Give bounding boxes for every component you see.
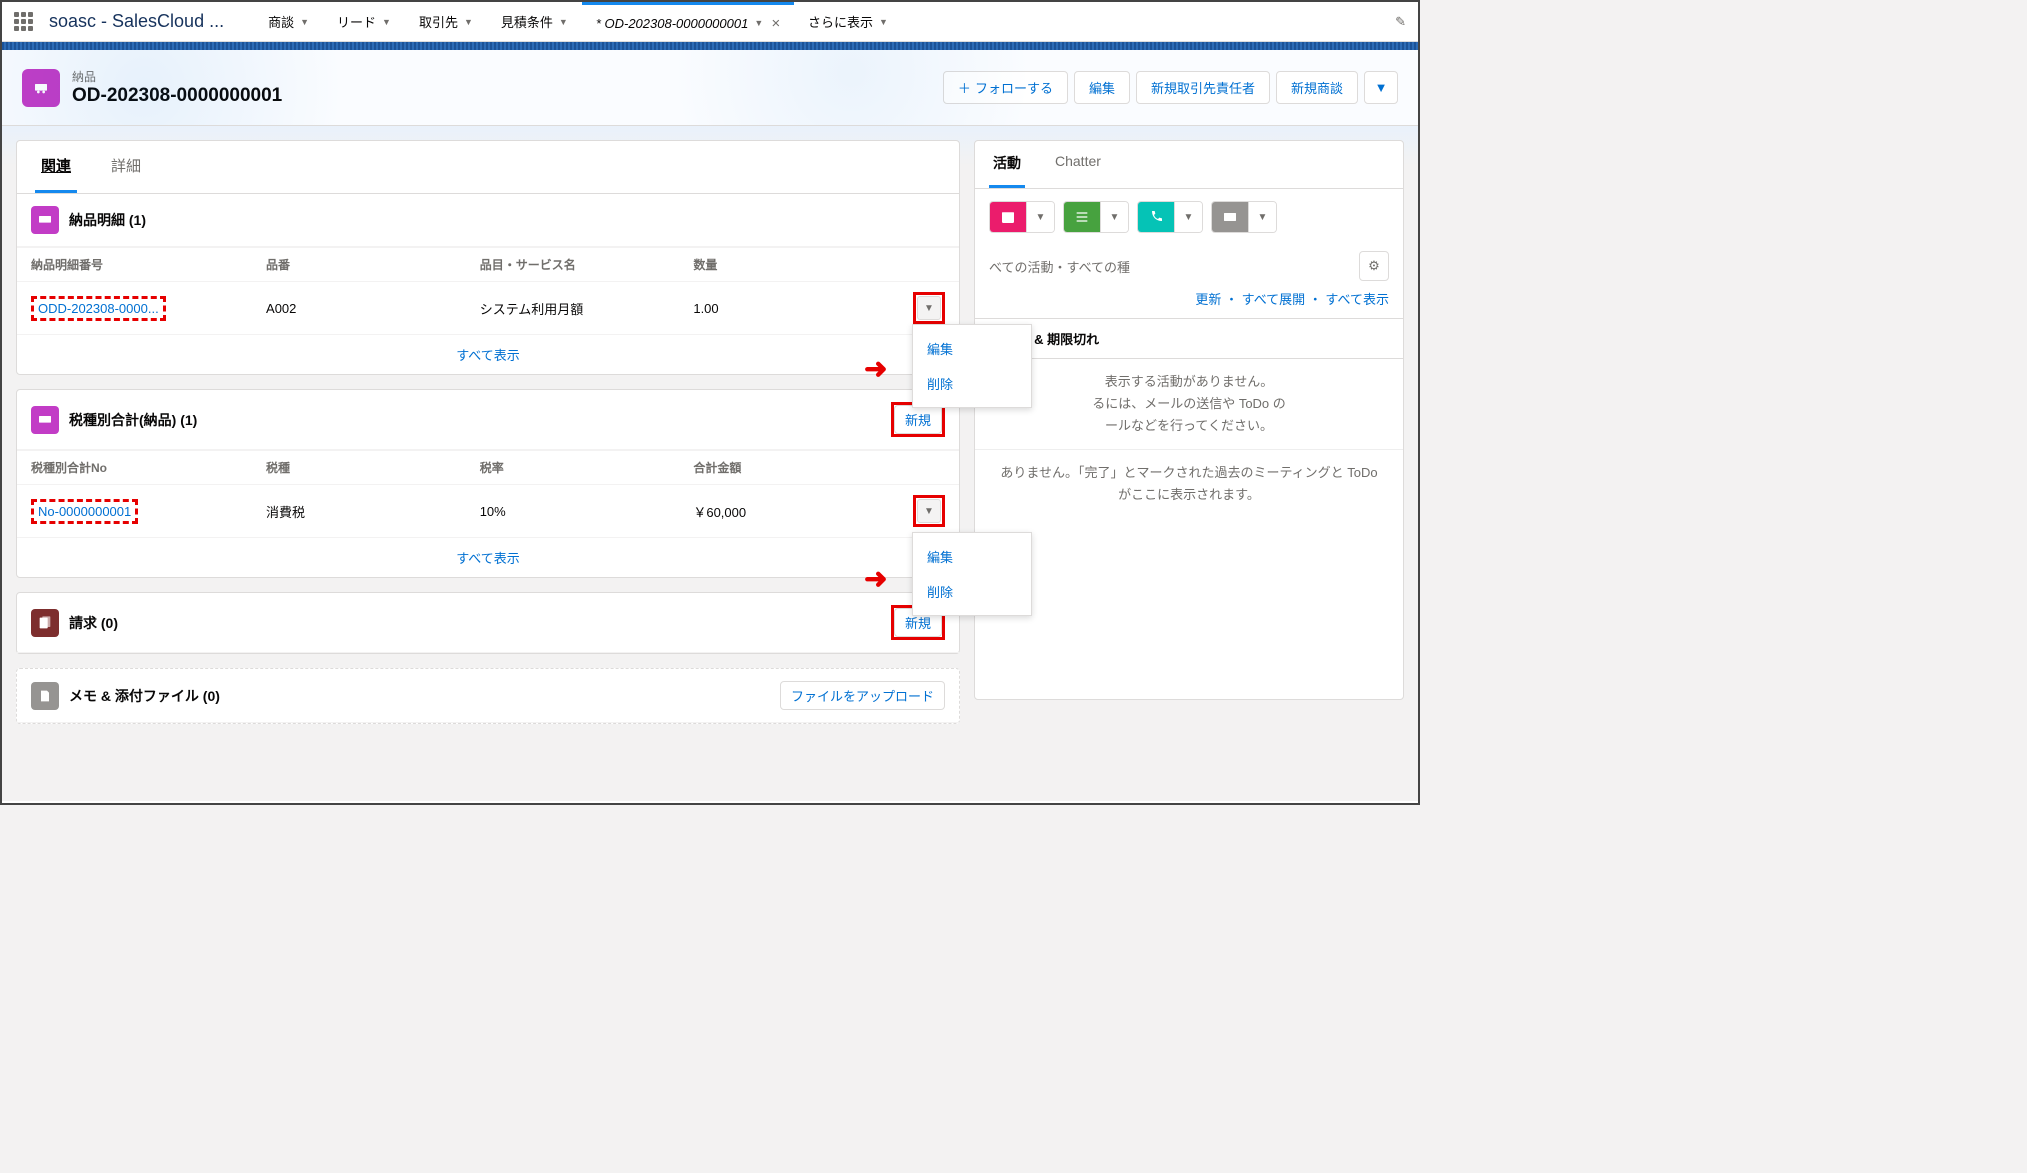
nav-tabs: 商談▼ リード▼ 取引先▼ 見積条件▼ * OD-202308-00000000…	[254, 2, 902, 41]
popup-delete[interactable]: 削除	[913, 574, 1031, 609]
chevron-down-icon[interactable]: ▼	[879, 17, 888, 27]
nav-more[interactable]: さらに表示▼	[794, 2, 902, 41]
chevron-down-icon[interactable]: ▼	[1100, 202, 1128, 232]
cell-code: A002	[266, 301, 480, 316]
chevron-down-icon[interactable]: ▼	[300, 17, 309, 27]
chevron-down-icon[interactable]: ▼	[1248, 202, 1276, 232]
activity-sublinks: 更新 ・ すべて展開 ・ すべて表示	[975, 285, 1403, 318]
arrow-annotation: ➜	[864, 352, 887, 385]
arrow-annotation: ➜	[864, 562, 887, 595]
chevron-down-icon[interactable]: ▼	[754, 18, 763, 28]
col-number: 納品明細番号	[31, 256, 266, 273]
follow-button[interactable]: ＋フォローする	[943, 71, 1068, 104]
popup-delete[interactable]: 削除	[913, 366, 1031, 401]
main-tabs: 関連 詳細	[17, 141, 959, 194]
row-menu-button[interactable]: ▼	[917, 499, 941, 523]
delivery-detail-title: 納品明細 (1)	[69, 210, 146, 230]
col-tax-rate: 税率	[480, 459, 694, 476]
attachment-icon	[31, 682, 59, 710]
nav-opportunity[interactable]: 商談▼	[254, 2, 323, 41]
table-row: No-0000000001 消費税 10% ￥60,000 ▼	[17, 485, 959, 537]
chevron-down-icon[interactable]: ▼	[559, 17, 568, 27]
popup-edit[interactable]: 編集	[913, 539, 1031, 574]
record-actions: ＋フォローする 編集 新規取引先責任者 新規商談 ▼	[943, 71, 1398, 104]
row-popup-menu: 編集 削除	[912, 324, 1032, 408]
chevron-down-icon[interactable]: ▼	[1026, 202, 1054, 232]
no-activity-msg: 表示する活動がありません。 るには、メールの送信や ToDo の ールなどを行っ…	[975, 359, 1403, 449]
tax-number-link[interactable]: No-0000000001	[31, 499, 138, 524]
related-tax-total: 税種別合計(納品) (1) 新規 税種別合計No 税種 税率 合計金額 No-0…	[16, 389, 960, 578]
related-delivery-detail: 納品明細 (1) 納品明細番号 品番 品目・サービス名 数量 ODD-20230…	[17, 194, 959, 374]
invoice-title: 請求 (0)	[69, 613, 118, 633]
cell-tax-type: 消費税	[266, 502, 480, 521]
nav-record-tab[interactable]: * OD-202308-0000000001▼×	[582, 2, 794, 41]
nav-lead[interactable]: リード▼	[323, 2, 405, 41]
files-title: メモ & 添付ファイル (0)	[69, 686, 220, 706]
show-all-link[interactable]: すべて表示	[17, 537, 959, 577]
object-label: 納品	[72, 68, 282, 85]
col-tax-amount: 合計金額	[693, 459, 907, 476]
activity-buttons: ▼ ▼ ▼ ▼	[975, 189, 1403, 245]
close-icon[interactable]: ×	[771, 15, 780, 32]
tab-chatter[interactable]: Chatter	[1051, 141, 1105, 188]
new-event-button[interactable]: ▼	[989, 201, 1055, 233]
gear-icon[interactable]: ⚙	[1359, 251, 1389, 281]
email-button[interactable]: ▼	[1211, 201, 1277, 233]
col-tax-type: 税種	[266, 459, 480, 476]
col-item: 品目・サービス名	[480, 256, 694, 273]
nav-account[interactable]: 取引先▼	[405, 2, 487, 41]
cell-item: システム利用月額	[480, 299, 694, 318]
related-invoice: 請求 (0) 新規	[16, 592, 960, 654]
new-contact-button[interactable]: 新規取引先責任者	[1136, 71, 1270, 104]
chevron-down-icon[interactable]: ▼	[1174, 202, 1202, 232]
record-title: OD-202308-0000000001	[72, 85, 282, 107]
cell-qty: 1.00	[693, 301, 907, 316]
app-name: soasc - SalesCloud ...	[49, 11, 224, 32]
filter-text: べての活動・すべての種	[989, 257, 1130, 276]
delivery-icon	[22, 69, 60, 107]
invoice-icon	[31, 609, 59, 637]
chevron-down-icon[interactable]: ▼	[464, 17, 473, 27]
col-tax-no: 税種別合計No	[31, 459, 266, 476]
detail-number-link[interactable]: ODD-202308-0000...	[31, 296, 166, 321]
cell-tax-rate: 10%	[480, 504, 694, 519]
app-launcher-icon[interactable]	[14, 12, 33, 31]
upload-button[interactable]: ファイルをアップロード	[780, 681, 945, 710]
tax-new-button[interactable]: 新規	[894, 405, 942, 434]
delivery-detail-icon	[31, 206, 59, 234]
row-popup-menu: 編集 削除	[912, 532, 1032, 616]
col-code: 品番	[266, 256, 480, 273]
nav-quote[interactable]: 見積条件▼	[487, 2, 582, 41]
tax-icon	[31, 406, 59, 434]
cell-tax-amount: ￥60,000	[693, 502, 907, 521]
refresh-link[interactable]: 更新	[1195, 292, 1221, 307]
col-qty: 数量	[693, 256, 907, 273]
decorative-border	[2, 42, 1418, 50]
no-past-msg: ありません。「完了」とマークされた過去のミーティングと ToDo がここに表示さ…	[975, 449, 1403, 518]
main-card: 関連 詳細 納品明細 (1) 納品明細番号 品番 品目・サービス名 数量 ODD…	[16, 140, 960, 375]
more-actions-button[interactable]: ▼	[1364, 71, 1398, 104]
related-files: メモ & 添付ファイル (0) ファイルをアップロード	[16, 668, 960, 724]
upcoming-section[interactable]: ∨今後 & 期限切れ	[975, 318, 1403, 359]
tab-detail[interactable]: 詳細	[105, 141, 147, 193]
show-all-link[interactable]: すべて表示	[1325, 292, 1389, 307]
table-row: ODD-202308-0000... A002 システム利用月額 1.00 ▼	[17, 282, 959, 334]
log-call-button[interactable]: ▼	[1137, 201, 1203, 233]
tax-total-title: 税種別合計(納品) (1)	[69, 410, 197, 430]
new-opportunity-button[interactable]: 新規商談	[1276, 71, 1358, 104]
edit-nav-icon[interactable]: ✎	[1395, 14, 1406, 30]
row-menu-button[interactable]: ▼	[917, 296, 941, 320]
edit-button[interactable]: 編集	[1074, 71, 1130, 104]
activity-card: 活動 Chatter ▼ ▼ ▼ ▼ べての活動・すべての種 ⚙ 更新 ・ すべ…	[974, 140, 1404, 700]
record-header: 納品 OD-202308-0000000001 ＋フォローする 編集 新規取引先…	[2, 50, 1418, 126]
popup-edit[interactable]: 編集	[913, 331, 1031, 366]
chevron-down-icon[interactable]: ▼	[382, 17, 391, 27]
global-nav: soasc - SalesCloud ... 商談▼ リード▼ 取引先▼ 見積条…	[2, 2, 1418, 42]
show-all-link[interactable]: すべて表示	[17, 334, 959, 374]
new-task-button[interactable]: ▼	[1063, 201, 1129, 233]
tab-related[interactable]: 関連	[35, 141, 77, 193]
expand-all-link[interactable]: すべて展開	[1242, 292, 1306, 307]
tab-activity[interactable]: 活動	[989, 141, 1025, 188]
